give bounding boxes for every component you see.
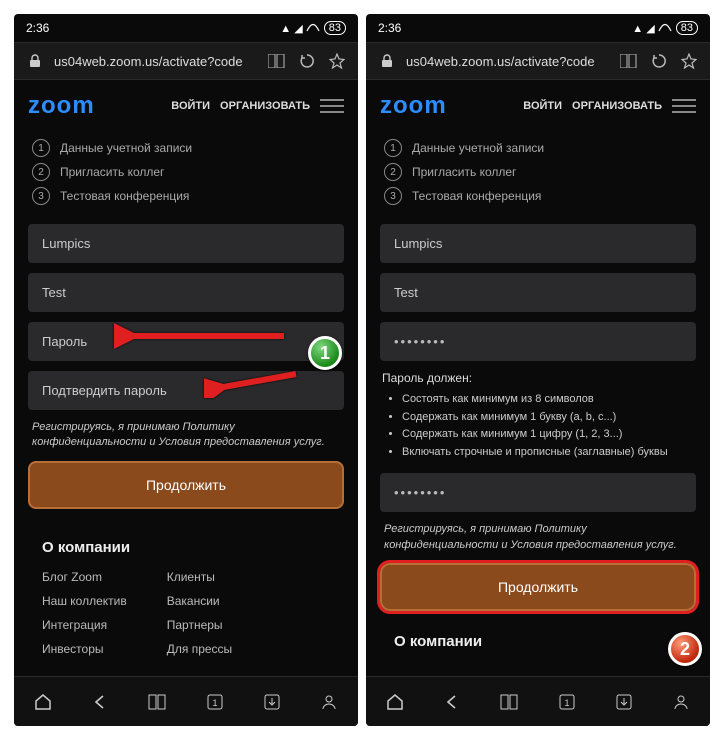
- footer-link[interactable]: Партнеры: [167, 618, 232, 632]
- marker-2: 2: [668, 632, 702, 666]
- download-icon[interactable]: [612, 690, 636, 714]
- footer-title: О компании: [42, 539, 330, 556]
- reader-icon[interactable]: [618, 50, 640, 72]
- signal-icon: ▲ ◢: [280, 22, 319, 35]
- phone-left: 2:36 ▲ ◢ 83 us04web.zoom.us/activate?cod…: [14, 14, 358, 726]
- signal-icon: ▲ ◢: [632, 22, 671, 35]
- firstname-field[interactable]: Lumpics: [380, 224, 696, 263]
- bottom-nav: 1: [366, 676, 710, 726]
- footer-title: О компании: [394, 633, 682, 650]
- footer: О компании Блог Zoom Наш коллектив Интег…: [28, 539, 344, 666]
- home-icon[interactable]: [31, 690, 55, 714]
- status-time: 2:36: [378, 21, 401, 35]
- form-content: Lumpics Test Пароль Подтвердить пароль Р…: [14, 218, 358, 676]
- bookmarks-icon[interactable]: [145, 690, 169, 714]
- profile-icon[interactable]: [669, 690, 693, 714]
- password-field[interactable]: Пароль: [28, 322, 344, 361]
- profile-icon[interactable]: [317, 690, 341, 714]
- organize-link[interactable]: ОРГАНИЗОВАТЬ: [572, 100, 662, 112]
- logo: zoom: [380, 92, 447, 120]
- url-text: us04web.zoom.us/activate?code: [406, 54, 610, 69]
- status-bar: 2:36 ▲ ◢ 83: [14, 14, 358, 42]
- address-bar[interactable]: us04web.zoom.us/activate?code: [366, 42, 710, 80]
- status-bar: 2:36 ▲ ◢ 83: [366, 14, 710, 42]
- phone-right: 2:36 ▲ ◢ 83 us04web.zoom.us/activate?cod…: [366, 14, 710, 726]
- terms-text: Регистрируясь, я принимаю Политику конфи…: [384, 522, 692, 553]
- status-time: 2:36: [26, 21, 49, 35]
- confirm-password-field[interactable]: Подтвердить пароль: [28, 371, 344, 410]
- marker-1: 1: [308, 336, 342, 370]
- logo: zoom: [28, 92, 95, 120]
- star-icon[interactable]: [326, 50, 348, 72]
- menu-icon[interactable]: [672, 97, 696, 115]
- address-bar[interactable]: us04web.zoom.us/activate?code: [14, 42, 358, 80]
- continue-button[interactable]: Продолжить: [380, 563, 696, 611]
- page-header: zoom ВОЙТИ ОРГАНИЗОВАТЬ: [14, 80, 358, 132]
- home-icon[interactable]: [383, 690, 407, 714]
- footer-link[interactable]: Инвесторы: [42, 642, 127, 656]
- organize-link[interactable]: ОРГАНИЗОВАТЬ: [220, 100, 310, 112]
- bottom-nav: 1: [14, 676, 358, 726]
- footer-link[interactable]: Блог Zoom: [42, 570, 127, 584]
- terms-text: Регистрируясь, я принимаю Политику конфи…: [32, 420, 340, 451]
- rules-title: Пароль должен:: [382, 371, 696, 385]
- lastname-field[interactable]: Test: [28, 273, 344, 312]
- reader-icon[interactable]: [266, 50, 288, 72]
- steps: 1Данные учетной записи 2Пригласить колле…: [366, 132, 710, 218]
- footer-link[interactable]: Наш коллектив: [42, 594, 127, 608]
- password-rules: Состоять как минимум из 8 символов Содер…: [380, 391, 696, 461]
- footer-link[interactable]: Для прессы: [167, 642, 232, 656]
- footer: О компании: [380, 633, 696, 650]
- footer-link[interactable]: Интеграция: [42, 618, 127, 632]
- login-link[interactable]: ВОЙТИ: [523, 100, 562, 112]
- password-field[interactable]: ••••••••: [380, 322, 696, 361]
- login-link[interactable]: ВОЙТИ: [171, 100, 210, 112]
- firstname-field[interactable]: Lumpics: [28, 224, 344, 263]
- footer-link[interactable]: Вакансии: [167, 594, 232, 608]
- footer-link[interactable]: Клиенты: [167, 570, 232, 584]
- battery-level: 83: [676, 21, 698, 35]
- refresh-icon[interactable]: [648, 50, 670, 72]
- tabs-icon[interactable]: 1: [555, 690, 579, 714]
- bookmarks-icon[interactable]: [497, 690, 521, 714]
- lastname-field[interactable]: Test: [380, 273, 696, 312]
- lock-icon: [376, 50, 398, 72]
- menu-icon[interactable]: [320, 97, 344, 115]
- back-icon[interactable]: [440, 690, 464, 714]
- tabs-icon[interactable]: 1: [203, 690, 227, 714]
- download-icon[interactable]: [260, 690, 284, 714]
- steps: 1Данные учетной записи 2Пригласить колле…: [14, 132, 358, 218]
- continue-button[interactable]: Продолжить: [28, 461, 344, 509]
- star-icon[interactable]: [678, 50, 700, 72]
- svg-text:1: 1: [564, 698, 569, 708]
- lock-icon: [24, 50, 46, 72]
- svg-text:1: 1: [212, 698, 217, 708]
- form-content: Lumpics Test •••••••• Пароль должен: Сос…: [366, 218, 710, 676]
- refresh-icon[interactable]: [296, 50, 318, 72]
- battery-level: 83: [324, 21, 346, 35]
- confirm-password-field[interactable]: ••••••••: [380, 473, 696, 512]
- back-icon[interactable]: [88, 690, 112, 714]
- url-text: us04web.zoom.us/activate?code: [54, 54, 258, 69]
- page-header: zoom ВОЙТИ ОРГАНИЗОВАТЬ: [366, 80, 710, 132]
